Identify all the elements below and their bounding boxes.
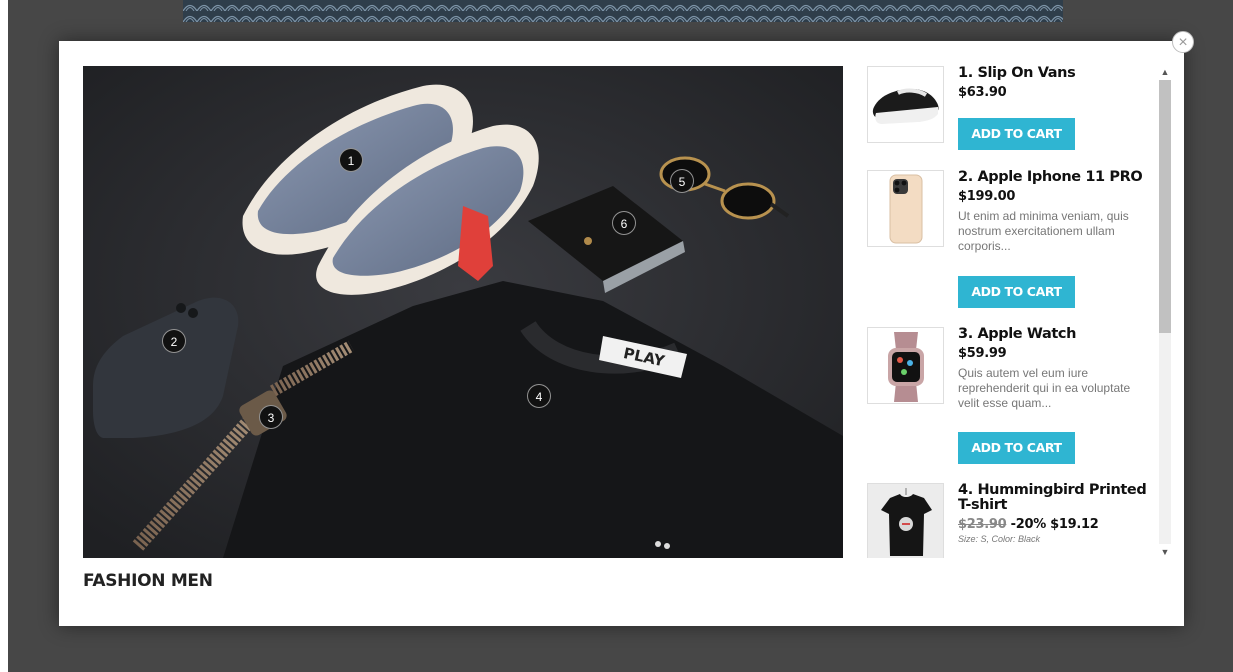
product-item-3: 3. Apple Watch $59.99 Quis autem vel eum… bbox=[867, 327, 1149, 483]
product-info: 4. Hummingbird Printed T-shirt $23.90 -2… bbox=[958, 483, 1148, 545]
product-price-block: $23.90 -20% $19.12 bbox=[958, 517, 1148, 532]
product-info: 3. Apple Watch $59.99 Quis autem vel eum… bbox=[958, 327, 1148, 464]
scrollbar-thumb[interactable] bbox=[1159, 80, 1171, 333]
product-image-slip-on-vans[interactable] bbox=[867, 66, 944, 143]
product-description: Quis autem vel eum iure reprehenderit qu… bbox=[958, 366, 1131, 410]
add-to-cart-button[interactable]: ADD TO CART bbox=[958, 118, 1075, 150]
add-to-cart-button[interactable]: ADD TO CART bbox=[958, 432, 1075, 464]
lookbook-modal: PLAY 1 2 3 4 5 6 FASHION MEN 1. Slip On … bbox=[59, 41, 1184, 626]
product-info: 2. Apple Iphone 11 PRO $199.00 Ut enim a… bbox=[958, 170, 1148, 308]
product-description: Ut enim ad minima veniam, quis nostrum e… bbox=[958, 209, 1129, 253]
discount-badge: -20% bbox=[1010, 517, 1047, 532]
hotspot-3[interactable]: 3 bbox=[259, 405, 283, 429]
product-info: 1. Slip On Vans $63.90 ADD TO CART bbox=[958, 66, 1148, 150]
add-to-cart-button[interactable]: ADD TO CART bbox=[958, 276, 1075, 308]
product-price: $59.99 bbox=[958, 346, 1007, 361]
product-image-iphone[interactable] bbox=[867, 170, 944, 247]
hotspot-5[interactable]: 5 bbox=[670, 169, 694, 193]
product-image-apple-watch[interactable] bbox=[867, 327, 944, 404]
product-price: $19.12 bbox=[1050, 517, 1099, 532]
lookbook-title: FASHION MEN bbox=[83, 571, 213, 591]
chevron-down-icon[interactable]: ▼ bbox=[1159, 546, 1171, 558]
product-image-hummingbird-tshirt[interactable] bbox=[867, 483, 944, 558]
close-icon[interactable]: × bbox=[1172, 31, 1194, 53]
hotspot-1[interactable]: 1 bbox=[339, 148, 363, 172]
hotspot-4[interactable]: 4 bbox=[527, 384, 551, 408]
hotspot-2[interactable]: 2 bbox=[162, 329, 186, 353]
product-name[interactable]: 3. Apple Watch bbox=[958, 327, 1148, 342]
product-list[interactable]: 1. Slip On Vans $63.90 ADD TO CART 2. Ap… bbox=[867, 66, 1159, 558]
product-item-4: 4. Hummingbird Printed T-shirt $23.90 -2… bbox=[867, 483, 1149, 558]
product-price: $63.90 bbox=[958, 85, 1007, 100]
product-item-2: 2. Apple Iphone 11 PRO $199.00 Ut enim a… bbox=[867, 170, 1149, 327]
lookbook-image: PLAY 1 2 3 4 5 6 bbox=[83, 66, 843, 558]
product-name[interactable]: 1. Slip On Vans bbox=[958, 66, 1148, 81]
hotspot-6[interactable]: 6 bbox=[612, 211, 636, 235]
product-attributes: Size: S, Color: Black bbox=[958, 534, 1041, 544]
header-pattern bbox=[183, 0, 1063, 22]
old-price: $23.90 bbox=[958, 517, 1007, 532]
product-list-scrollbar[interactable]: ▲ ▼ bbox=[1159, 66, 1171, 558]
product-price: $199.00 bbox=[958, 189, 1016, 204]
product-name[interactable]: 4. Hummingbird Printed T-shirt bbox=[958, 483, 1148, 513]
product-item-1: 1. Slip On Vans $63.90 ADD TO CART bbox=[867, 66, 1149, 170]
product-name[interactable]: 2. Apple Iphone 11 PRO bbox=[958, 170, 1148, 185]
chevron-up-icon[interactable]: ▲ bbox=[1159, 66, 1171, 78]
